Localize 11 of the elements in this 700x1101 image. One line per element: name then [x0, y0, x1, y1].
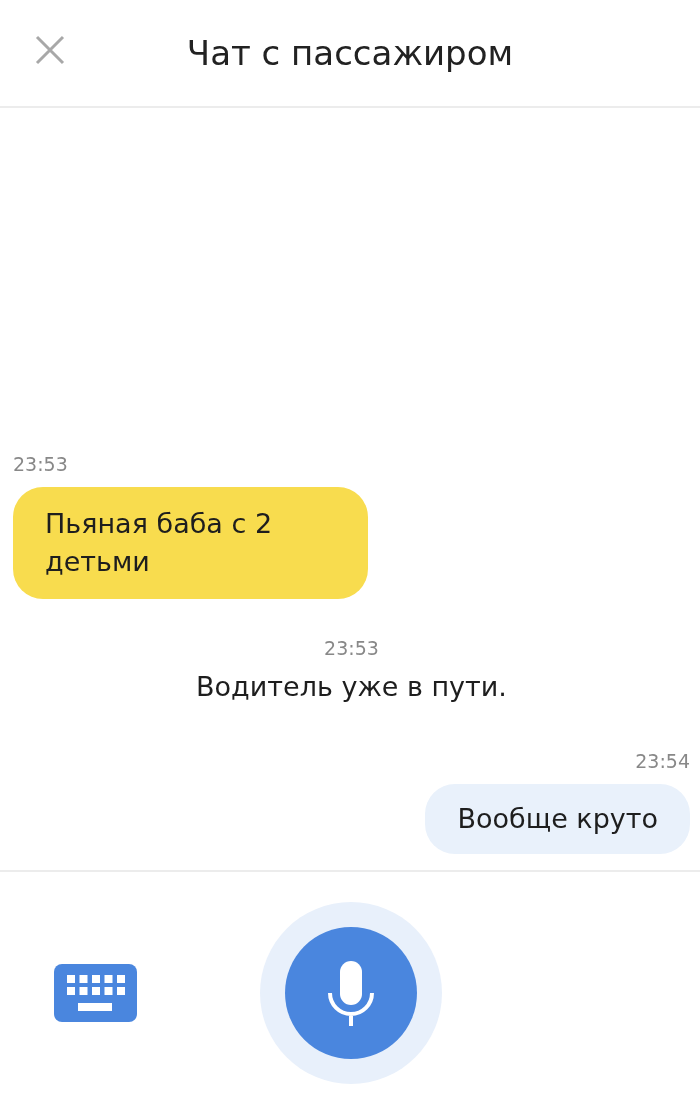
keyboard-button[interactable] [54, 964, 137, 1022]
keyboard-icon [64, 973, 127, 1013]
message-bubble: Пьяная баба с 2 детьми [13, 487, 368, 599]
microphone-icon [327, 959, 375, 1027]
window-title: Чат с пассажиром [186, 33, 514, 73]
message-time: 23:54 [635, 750, 690, 772]
message-bubble: Вообще круто [425, 784, 690, 854]
system-message: Водитель уже в пути. [196, 671, 507, 702]
message-time: 23:53 [13, 453, 68, 475]
close-icon [35, 35, 65, 65]
message-time: 23:53 [324, 637, 379, 659]
